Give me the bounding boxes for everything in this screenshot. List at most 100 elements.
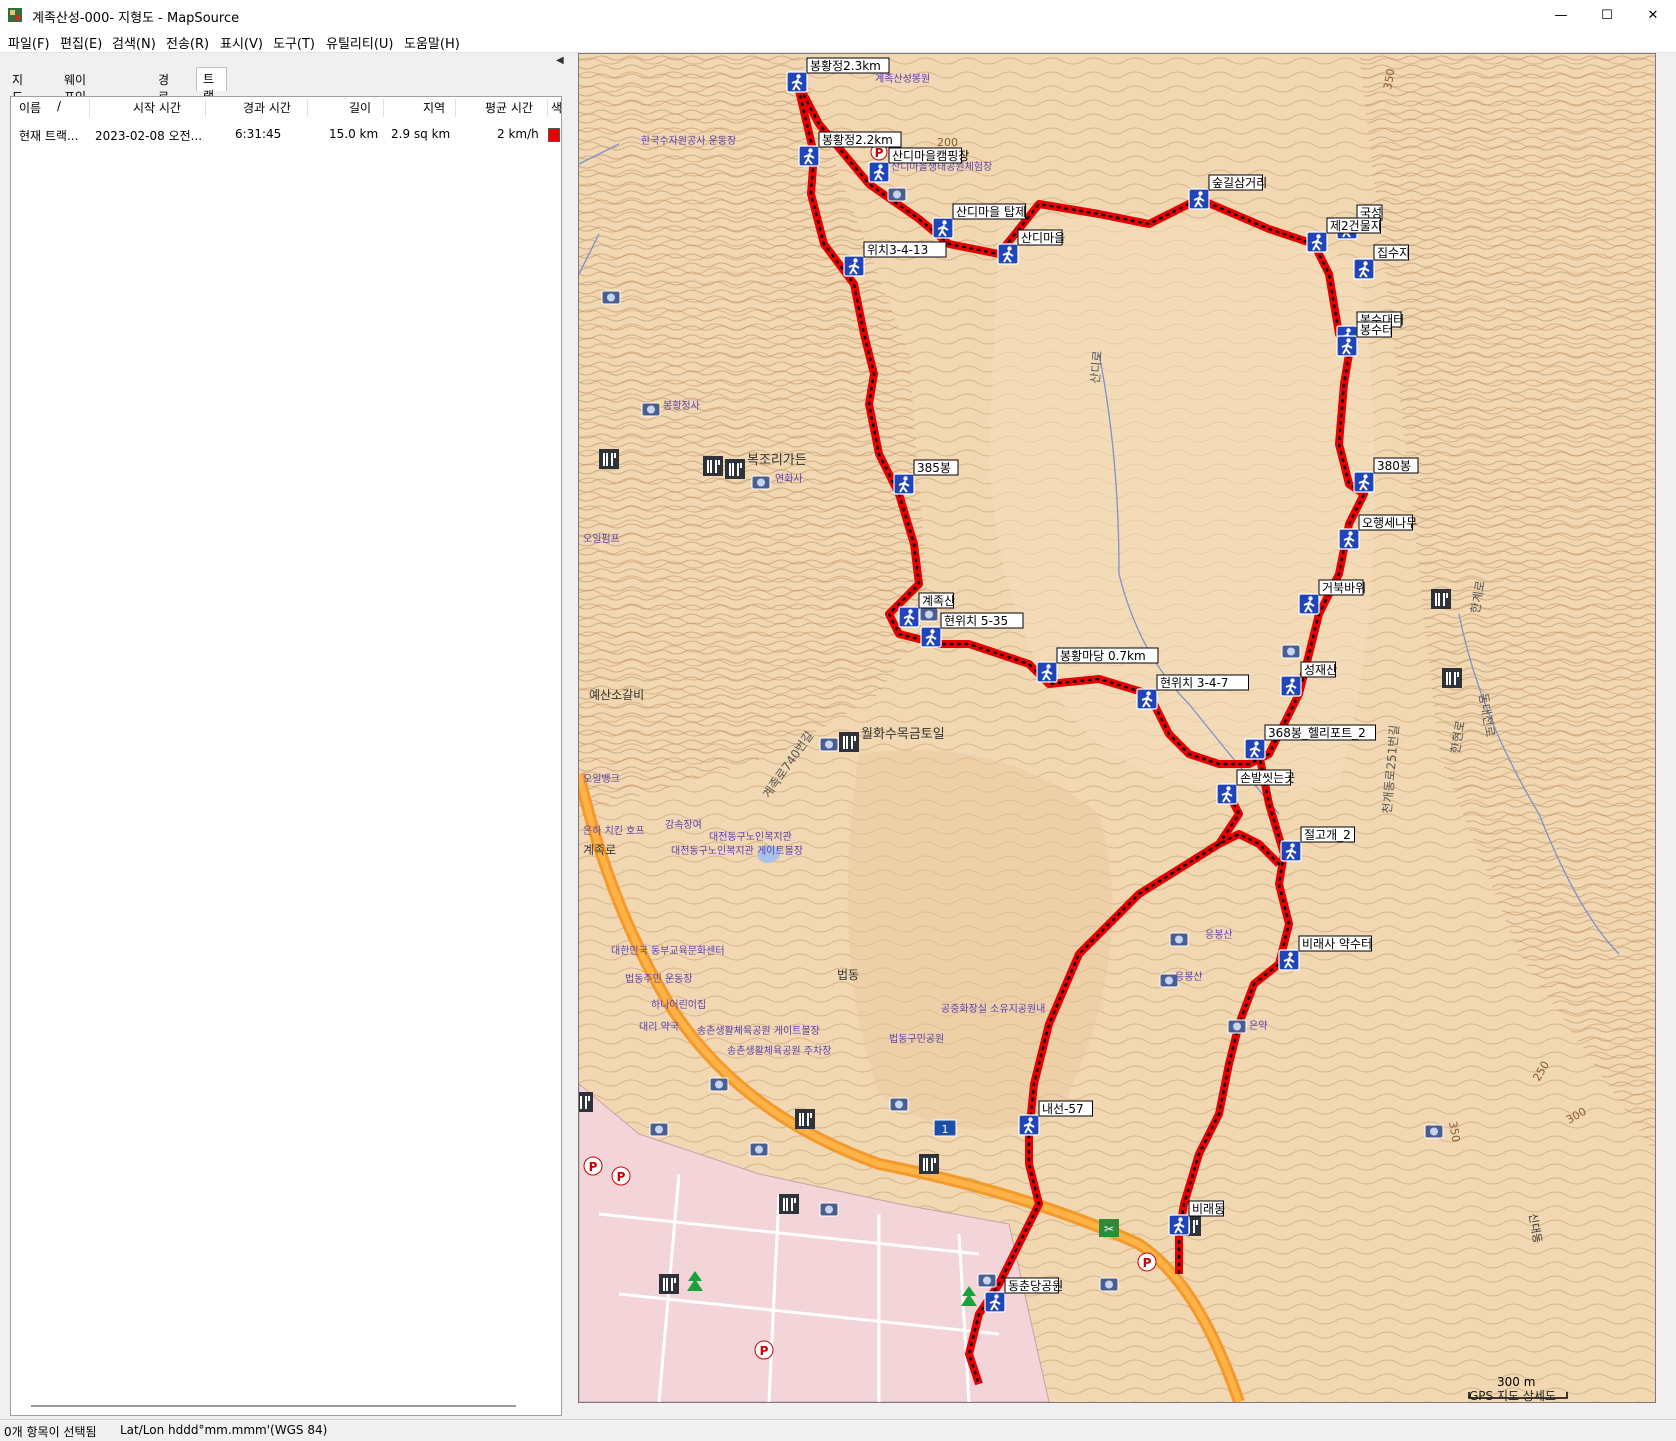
menu-tools[interactable]: 도구(T)	[273, 33, 315, 52]
menu-edit[interactable]: 편집(E)	[60, 33, 102, 52]
hiker-waypoint-icon[interactable]	[932, 217, 954, 239]
svg-text:법동: 법동	[837, 968, 859, 982]
menu-help[interactable]: 도움말(H)	[404, 33, 460, 52]
hiker-waypoint-icon[interactable]	[1244, 738, 1266, 760]
topo-map[interactable]: 1 P P P P P ✂ 계족산성봉원 산디마을생태공원체험장 한국수자원공사…	[572, 54, 1655, 1404]
row-start-time[interactable]: 2023-02-08 오전...	[95, 127, 202, 144]
selection-status: 0개 항목이 선택됨	[4, 1425, 97, 1439]
svg-text:P: P	[589, 1160, 598, 1174]
svg-text:오일뱅크: 오일뱅크	[583, 773, 620, 785]
hiker-waypoint-icon[interactable]	[1018, 1114, 1040, 1136]
scale-label: 300 m	[1497, 1375, 1535, 1389]
waypoint-label: 산디마을 탑제	[956, 205, 1026, 219]
row-length[interactable]: 15.0 km	[329, 127, 378, 141]
column-name[interactable]: 이름	[19, 99, 41, 119]
svg-text:강속장여: 강속장여	[665, 819, 702, 831]
hiker-waypoint-icon[interactable]	[1168, 1214, 1190, 1236]
row-name[interactable]: 현재 트랙...	[19, 127, 78, 144]
column-avg-time[interactable]: 평균 시간	[485, 99, 533, 119]
hiker-waypoint-icon[interactable]	[1188, 188, 1210, 210]
svg-text:예산소갈비: 예산소갈비	[589, 688, 644, 702]
svg-text:월화수목금토일: 월화수목금토일	[861, 727, 945, 742]
minimize-button[interactable]: —	[1538, 0, 1584, 30]
waypoint-label: 계족산	[922, 594, 955, 608]
column-length[interactable]: 길이	[349, 99, 371, 119]
hiker-waypoint-icon[interactable]	[1336, 335, 1358, 357]
hiker-waypoint-icon[interactable]	[1306, 231, 1328, 253]
highway-shield-label: 1	[942, 1123, 949, 1136]
waypoint-label: 비래사 약수터	[1302, 936, 1372, 951]
waypoint-label: 368봉_헬리포트_2	[1268, 726, 1366, 740]
row-elapsed-time[interactable]: 6:31:45	[235, 127, 281, 141]
map-view[interactable]: 1 P P P P P ✂ 계족산성봉원 산디마을생태공원체험장 한국수자원공사…	[572, 53, 1656, 1404]
waypoint-label: 내선-57	[1042, 1102, 1084, 1116]
waypoint-label: 현위치 5-35	[944, 614, 1008, 628]
tab-tracks[interactable]: 트랙(1)	[196, 67, 227, 118]
hiker-waypoint-icon[interactable]	[1298, 593, 1320, 615]
hiker-waypoint-icon[interactable]	[1136, 688, 1158, 710]
hiker-waypoint-icon[interactable]	[898, 606, 920, 628]
close-icon: ✕	[1647, 7, 1659, 23]
waypoint-label: 오행세나무	[1362, 515, 1417, 530]
menu-search[interactable]: 검색(N)	[112, 33, 156, 52]
row-area[interactable]: 2.9 sq km	[391, 127, 450, 141]
hiker-waypoint-icon[interactable]	[1353, 258, 1375, 280]
menu-transfer[interactable]: 전송(R)	[166, 33, 209, 52]
hiker-waypoint-icon[interactable]	[1280, 675, 1302, 697]
hiker-waypoint-icon[interactable]	[1216, 783, 1238, 805]
collapse-arrow-icon[interactable]: ◀	[556, 55, 564, 66]
track-color-swatch[interactable]	[548, 128, 560, 142]
tab-routes[interactable]: 경로	[152, 69, 175, 104]
waypoint-label: 제2건물지	[1330, 219, 1382, 233]
column-divider[interactable]	[383, 99, 384, 117]
column-color[interactable]: 색	[551, 99, 562, 119]
waypoint-label: 봉수터	[1360, 323, 1393, 337]
horizontal-scrollbar[interactable]	[31, 1405, 516, 1407]
column-divider[interactable]	[307, 99, 308, 117]
hiker-waypoint-icon[interactable]	[984, 1291, 1006, 1313]
hiker-waypoint-icon[interactable]	[1280, 840, 1302, 862]
column-area[interactable]: 지역	[423, 99, 445, 119]
hiker-waypoint-icon[interactable]	[786, 71, 808, 93]
svg-text:응봉산: 응봉산	[1175, 971, 1203, 983]
hiker-waypoint-icon[interactable]	[1338, 528, 1360, 550]
row-avg-time[interactable]: 2 km/h	[497, 127, 539, 141]
column-divider[interactable]	[455, 99, 456, 117]
column-divider[interactable]	[89, 99, 90, 117]
menu-file[interactable]: 파일(F)	[8, 33, 50, 52]
hiker-waypoint-icon[interactable]	[1278, 949, 1300, 971]
hiker-waypoint-icon[interactable]	[893, 473, 915, 495]
hiker-waypoint-icon[interactable]	[843, 255, 865, 277]
tab-maps[interactable]: 지도(1)	[6, 69, 35, 119]
svg-text:P: P	[617, 1170, 626, 1184]
column-start-time[interactable]: 시작 시간	[133, 99, 181, 119]
menu-view[interactable]: 표시(V)	[220, 33, 263, 52]
waypoint-label: 성재산	[1304, 663, 1337, 677]
svg-text:200: 200	[937, 136, 958, 149]
status-bar: 0개 항목이 선택됨 Lat/Lon hddd°mm.mmm'(WGS 84)	[0, 1419, 1676, 1441]
hiker-waypoint-icon[interactable]	[1036, 661, 1058, 683]
column-divider[interactable]	[547, 99, 548, 117]
svg-text:계족산성봉원: 계족산성봉원	[875, 73, 930, 85]
hiker-waypoint-icon[interactable]	[798, 145, 820, 167]
waypoint-label: 봉황마당 0.7km	[1060, 649, 1146, 663]
close-button[interactable]: ✕	[1630, 0, 1676, 30]
hiker-waypoint-icon[interactable]	[1353, 471, 1375, 493]
column-divider[interactable]	[205, 99, 206, 117]
svg-text:한국수자원공사 운동장: 한국수자원공사 운동장	[641, 135, 736, 147]
hiker-waypoint-icon[interactable]	[997, 243, 1019, 265]
svg-text:P: P	[760, 1344, 769, 1358]
mapsource-app-icon	[8, 8, 22, 22]
svg-text:계족로: 계족로	[583, 843, 616, 857]
maximize-button[interactable]: ☐	[1584, 0, 1630, 30]
waypoint-label: 산디마을	[1021, 231, 1065, 245]
maximize-icon: ☐	[1601, 7, 1613, 23]
svg-text:대리 약국: 대리 약국	[639, 1021, 679, 1033]
column-elapsed-time[interactable]: 경과 시간	[243, 99, 291, 119]
menu-utilities[interactable]: 유틸리티(U)	[326, 33, 394, 52]
hiker-waypoint-icon[interactable]	[868, 161, 890, 183]
tab-waypoints[interactable]: 웨이포인트(30)	[58, 69, 95, 136]
title-bar: 계족산성-000- 지형도 - MapSource — ☐ ✕	[0, 0, 1676, 30]
menu-bar: 파일(F) 편집(E) 검색(N) 전송(R) 표시(V) 도구(T) 유틸리티…	[0, 30, 1676, 53]
hiker-waypoint-icon[interactable]	[920, 626, 942, 648]
